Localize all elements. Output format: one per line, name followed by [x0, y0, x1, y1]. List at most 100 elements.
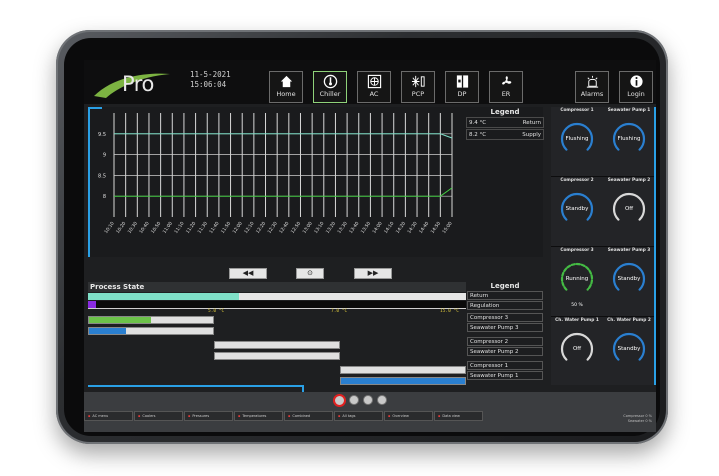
page-button-1[interactable]	[333, 394, 346, 407]
gauge-title: Ch. Water Pump 1	[555, 318, 599, 323]
gauge-title: Seawater Pump 3	[607, 248, 651, 253]
regulation-bar-track	[88, 301, 466, 308]
footer-tab-pressures[interactable]: ▪ Pressures	[184, 411, 233, 421]
nav-dp-button[interactable]: DP	[445, 71, 479, 103]
footer-tab-overview[interactable]: ▪ Overview	[384, 411, 433, 421]
nav-chiller-label: Chiller	[319, 90, 341, 98]
nav-alarms-button[interactable]: Alarms	[575, 71, 609, 103]
series-line-supply	[114, 187, 453, 197]
process-legend-seawater-pump-1: Seawater Pump 1	[467, 371, 543, 380]
y-tick-label: 9	[103, 153, 106, 159]
x-tick-label: 11:50	[220, 221, 232, 235]
footer-tab-all-tags[interactable]: ▪ All tags	[334, 411, 383, 421]
gauge-status: Standby	[565, 206, 589, 212]
footer-tab-label: Overview	[392, 414, 409, 418]
footer-tab-label: Temperatures	[242, 414, 267, 418]
footer-tab-data-view[interactable]: ▪ Data view	[434, 411, 483, 421]
x-tick-label: 13:20	[325, 221, 337, 235]
x-tick-label: 10:40	[138, 221, 150, 235]
nav-er-label: ER	[501, 90, 511, 98]
process-legend-seawater-pump-3: Seawater Pump 3	[467, 323, 543, 332]
footer-tab-coolers[interactable]: ▪ Coolers	[134, 411, 183, 421]
nav-ac-label: AC	[369, 90, 379, 98]
legend-return-name: Return	[522, 120, 541, 126]
stage-bar-track-seawater-pump-1	[340, 377, 466, 385]
hmi-screen: Pro 11-5-2021 15:06:04 Home Chiller AC P…	[84, 60, 656, 432]
tablet-frame: Pro 11-5-2021 15:06:04 Home Chiller AC P…	[56, 30, 668, 444]
y-tick-label: 8	[103, 194, 106, 200]
chart-legend: Legend 9.4 °C Return 8.2 °C Supply	[466, 108, 544, 148]
nav-login-button[interactable]: Login	[619, 71, 653, 103]
page-button-4[interactable]	[377, 395, 387, 405]
x-tick-label: 13:10	[313, 221, 325, 235]
x-tick-label: 14:50	[430, 221, 442, 235]
x-tick-label: 12:30	[266, 221, 278, 235]
info-icon	[629, 75, 643, 88]
chart-legend-title: Legend	[490, 108, 520, 116]
process-legend-title: Legend	[490, 282, 520, 290]
time: 15:06:04	[190, 80, 227, 89]
chart-next-button[interactable]: ▶▶	[354, 268, 392, 279]
stage-bar-fill-seawater-pump-1	[341, 378, 465, 384]
x-tick-label: 13:40	[348, 221, 360, 235]
snowflake-gauge-icon	[411, 75, 425, 88]
nav-home-button[interactable]: Home	[269, 71, 303, 103]
x-tick-label: 13:30	[336, 221, 348, 235]
footer-tab-temperatures[interactable]: ▪ Temperatures	[234, 411, 283, 421]
legend-row-return: 9.4 °C Return	[466, 117, 544, 128]
footer-bar: ▪ AC menu ▪ Coolers ▪ Pressures ▪ Temperatures ▪…	[84, 392, 656, 432]
gauge-percent: 50 %	[571, 303, 583, 308]
gauge-ch-water-pump-1[interactable]: Ch. Water Pump 1 Off	[551, 317, 603, 385]
gauge-seawater-pump-2[interactable]: Seawater Pump 2 Off	[603, 177, 655, 245]
gauge-status: Flushing	[565, 136, 589, 142]
return-bar-fill	[88, 293, 240, 300]
footer-tab-label: AC menu	[92, 414, 109, 418]
legend-supply-value: 8.2 °C	[469, 132, 487, 138]
tab-status-icon: ▪	[338, 414, 341, 418]
footer-tab-label: Data view	[442, 414, 460, 418]
y-tick-label: 9.5	[98, 132, 106, 138]
legend-supply-name: Supply	[522, 132, 541, 138]
process-state-panel: Process State 5.0 °C 7.0 °C 15.0 °C	[88, 282, 466, 407]
x-tick-label: 10:50	[150, 221, 162, 235]
page-button-2[interactable]	[349, 395, 359, 405]
gauge-title: Seawater Pump 2	[607, 178, 651, 183]
nav-chiller-button[interactable]: Chiller	[313, 71, 347, 103]
scale-line	[88, 308, 466, 309]
process-legend-compressor-2: Compressor 2	[467, 337, 543, 346]
footer-tab-combined[interactable]: ▪ Combined	[284, 411, 333, 421]
footer-tab-label: Coolers	[142, 414, 156, 418]
gauge-compressor-2[interactable]: Compressor 2 Standby	[551, 177, 603, 245]
gauge-compressor-3[interactable]: Compressor 3 Running 50 %	[551, 247, 603, 315]
gauge-title: Seawater Pump 1	[607, 108, 651, 113]
x-tick-label: 11:00	[162, 221, 174, 235]
chart-center-button[interactable]: ⊙	[296, 268, 324, 279]
gauge-status: Off	[572, 346, 582, 352]
tab-status-icon: ▪	[438, 414, 441, 418]
stage-bar-track-seawater-pump-3	[88, 327, 214, 335]
nav-pcp-label: PCP	[411, 90, 425, 98]
footer-tab-label: Combined	[292, 414, 311, 418]
alarm-icon	[586, 75, 598, 88]
tab-status-icon: ▪	[388, 414, 391, 418]
footer-tab-ac-menu[interactable]: ▪ AC menu	[84, 411, 133, 421]
nav-home-label: Home	[276, 90, 296, 98]
tablet-bezel: Pro 11-5-2021 15:06:04 Home Chiller AC P…	[64, 38, 660, 436]
chart-prev-button[interactable]: ◀◀	[229, 268, 267, 279]
gauge-seawater-pump-3[interactable]: Seawater Pump 3 Standby	[603, 247, 655, 315]
gauge-seawater-pump-1[interactable]: Seawater Pump 1 Flushing	[603, 107, 655, 175]
x-tick-label: 11:10	[173, 221, 185, 235]
gauge-compressor-1[interactable]: Compressor 1 Flushing	[551, 107, 603, 175]
fan-box-icon	[367, 74, 381, 89]
legend-row-supply: 8.2 °C Supply	[466, 129, 544, 140]
process-state-title: Process State	[88, 282, 466, 292]
page-button-3[interactable]	[363, 395, 373, 405]
process-legend-return: Return	[467, 291, 543, 300]
nav-er-button[interactable]: ER	[489, 71, 523, 103]
stage-bar-track-seawater-pump-2	[214, 352, 340, 360]
nav-pcp-button[interactable]: PCP	[401, 71, 435, 103]
gauge-ch-water-pump-2[interactable]: Ch. Water Pump 2 Standby	[603, 317, 655, 385]
x-tick-label: 12:20	[255, 221, 267, 235]
nav-ac-button[interactable]: AC	[357, 71, 391, 103]
nav-dp-label: DP	[457, 90, 467, 98]
